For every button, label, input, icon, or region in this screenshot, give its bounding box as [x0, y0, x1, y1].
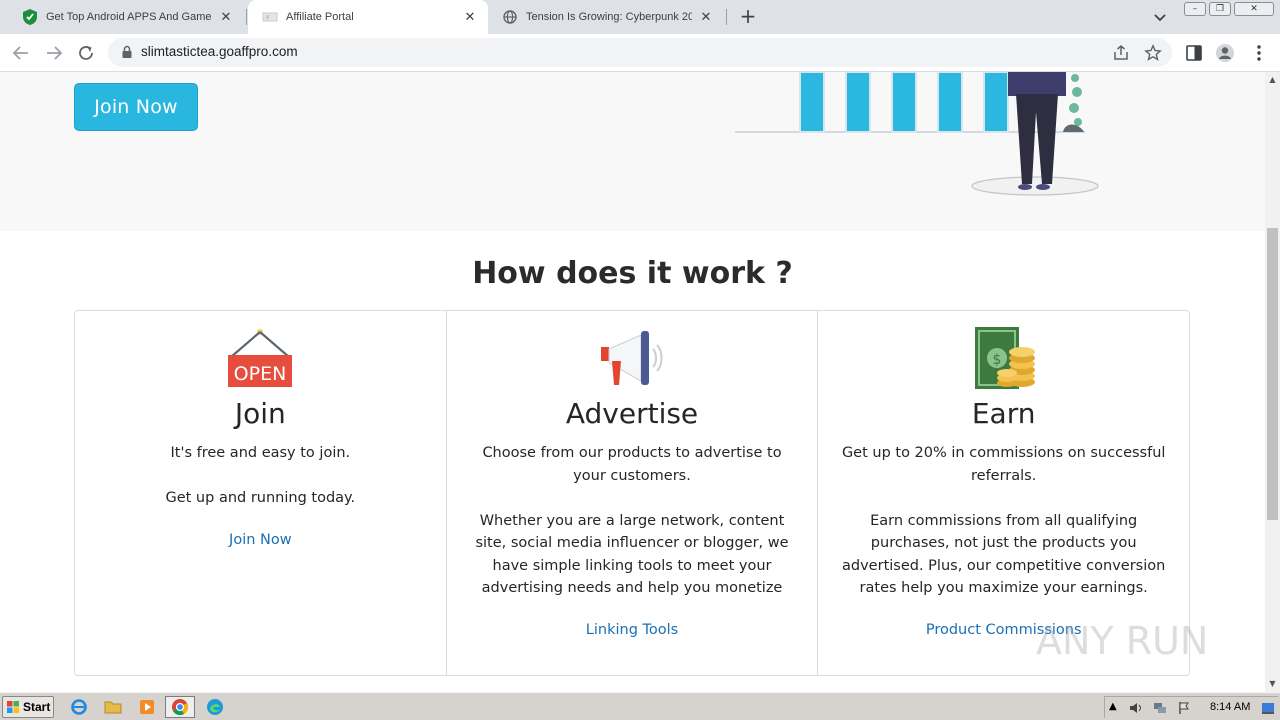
reload-icon	[79, 46, 93, 60]
new-tab-button[interactable]: +	[738, 6, 758, 27]
side-panel-icon[interactable]	[1184, 43, 1204, 63]
card-advertise: Advertise Choose from our products to ad…	[447, 311, 819, 675]
card-title: Earn	[971, 397, 1036, 430]
menu-kebab-icon[interactable]	[1249, 43, 1269, 63]
megaphone-icon	[601, 331, 663, 385]
page-viewport: Join Now How does it work ? OPEN Join It…	[0, 72, 1265, 692]
scroll-down-arrow-icon[interactable]: ▼	[1268, 679, 1277, 688]
edge-taskbar-button[interactable]	[204, 697, 226, 717]
card-paragraph: Earn commissions from all qualifying pur…	[842, 512, 1166, 597]
card-paragraph: Get up to 20% in commissions on successf…	[841, 445, 1166, 484]
reload-button[interactable]	[75, 42, 97, 64]
card-title: Join	[234, 397, 286, 430]
window-close-button[interactable]: ✕	[1234, 2, 1274, 16]
tab-separator	[246, 9, 247, 25]
vertical-scrollbar[interactable]: ▲ ▼	[1265, 72, 1280, 692]
card-paragraph: Whether you are a large network, content…	[475, 512, 789, 597]
chevron-down-icon[interactable]	[1152, 9, 1168, 25]
shield-icon	[22, 9, 38, 25]
analytics-illustration	[735, 72, 1099, 196]
lock-icon	[122, 45, 132, 58]
page-icon	[262, 9, 278, 25]
hero-section: Join Now	[0, 72, 1265, 231]
windows-taskbar: Start ▲ 8:14 AM	[0, 692, 1280, 720]
media-player-taskbar-button[interactable]	[136, 697, 158, 717]
scrollbar-thumb[interactable]	[1267, 228, 1278, 520]
profile-icon[interactable]	[1215, 43, 1235, 63]
watermark-text: ANY RUN	[1036, 619, 1208, 663]
card-paragraph: Get up and running today.	[165, 490, 356, 506]
svg-text:$: $	[992, 352, 1001, 368]
minimize-button[interactable]: –	[1184, 2, 1206, 16]
how-it-works-cards: OPEN Join It's free and easy to join. Ge…	[74, 310, 1190, 676]
card-body: Get up to 20% in commissions on successf…	[836, 442, 1171, 600]
arrow-left-icon	[12, 46, 28, 60]
open-sign-text: OPEN	[234, 363, 287, 385]
globe-icon	[502, 9, 518, 25]
tab-title: Affiliate Portal	[286, 11, 354, 23]
section-title: How does it work ?	[472, 256, 793, 291]
card-body: Choose from our products to advertise to…	[465, 442, 800, 600]
arrow-right-icon	[47, 46, 63, 60]
media-player-icon	[140, 700, 154, 714]
card-body: It's free and easy to join. Get up and r…	[93, 442, 428, 510]
scroll-up-arrow-icon[interactable]: ▲	[1268, 75, 1277, 84]
share-icon[interactable]	[1112, 44, 1130, 62]
address-bar[interactable]: slimtastictea.goaffpro.com	[108, 38, 1172, 67]
open-sign-icon: OPEN	[228, 329, 293, 387]
internet-explorer-icon	[71, 699, 87, 715]
star-icon[interactable]	[1144, 44, 1162, 62]
tab-separator	[726, 9, 727, 25]
linking-tools-link[interactable]: Linking Tools	[447, 622, 818, 638]
volume-icon[interactable]	[1129, 701, 1143, 715]
start-label: Start	[23, 700, 51, 714]
maximize-button[interactable]: ❐	[1209, 2, 1231, 16]
tab-android-apps[interactable]: Get Top Android APPS And Games | A ✕	[8, 0, 244, 34]
tab-title: Tension Is Growing: Cyberpunk 2077	[526, 11, 692, 23]
folder-icon	[104, 701, 122, 714]
system-tray: ▲ 8:14 AM	[1104, 696, 1278, 718]
back-button[interactable]	[10, 42, 32, 64]
start-button[interactable]: Start	[2, 696, 54, 718]
edge-icon	[207, 699, 223, 715]
tab-cyberpunk[interactable]: Tension Is Growing: Cyberpunk 2077 ✕	[488, 0, 724, 34]
tab-affiliate-portal[interactable]: Affiliate Portal ✕	[248, 0, 488, 34]
taskbar-clock: 8:14 AM	[1210, 701, 1251, 713]
url-text: slimtastictea.goaffpro.com	[141, 44, 298, 59]
forward-button[interactable]	[43, 42, 65, 64]
tab-strip: Get Top Android APPS And Games | A ✕ Aff…	[0, 0, 1280, 34]
chrome-icon	[172, 699, 189, 716]
explorer-taskbar-button[interactable]	[102, 697, 124, 717]
ie-taskbar-button[interactable]	[68, 697, 90, 717]
card-join: OPEN Join It's free and easy to join. Ge…	[75, 311, 447, 675]
money-coins-icon: $	[974, 327, 1035, 389]
card-paragraph: It's free and easy to join.	[170, 445, 351, 461]
network-icon[interactable]	[1153, 701, 1167, 715]
windows-flag-icon	[7, 701, 19, 713]
card-title: Advertise	[565, 397, 699, 430]
flag-icon[interactable]	[1177, 701, 1191, 715]
browser-toolbar: slimtastictea.goaffpro.com	[0, 34, 1280, 72]
show-desktop-icon[interactable]	[1261, 701, 1275, 715]
close-icon[interactable]: ✕	[462, 9, 478, 25]
chrome-taskbar-button[interactable]	[165, 696, 195, 718]
join-now-link[interactable]: Join Now	[75, 532, 446, 548]
join-now-button[interactable]: Join Now	[74, 83, 198, 131]
card-paragraph: Choose from our products to advertise to…	[482, 445, 782, 484]
close-icon[interactable]: ✕	[698, 9, 714, 25]
anyrun-watermark: ANY RUN	[1036, 619, 1208, 663]
close-icon[interactable]: ✕	[218, 9, 234, 25]
tray-expand-icon[interactable]: ▲	[1109, 701, 1123, 715]
tab-title: Get Top Android APPS And Games | A	[46, 11, 212, 23]
